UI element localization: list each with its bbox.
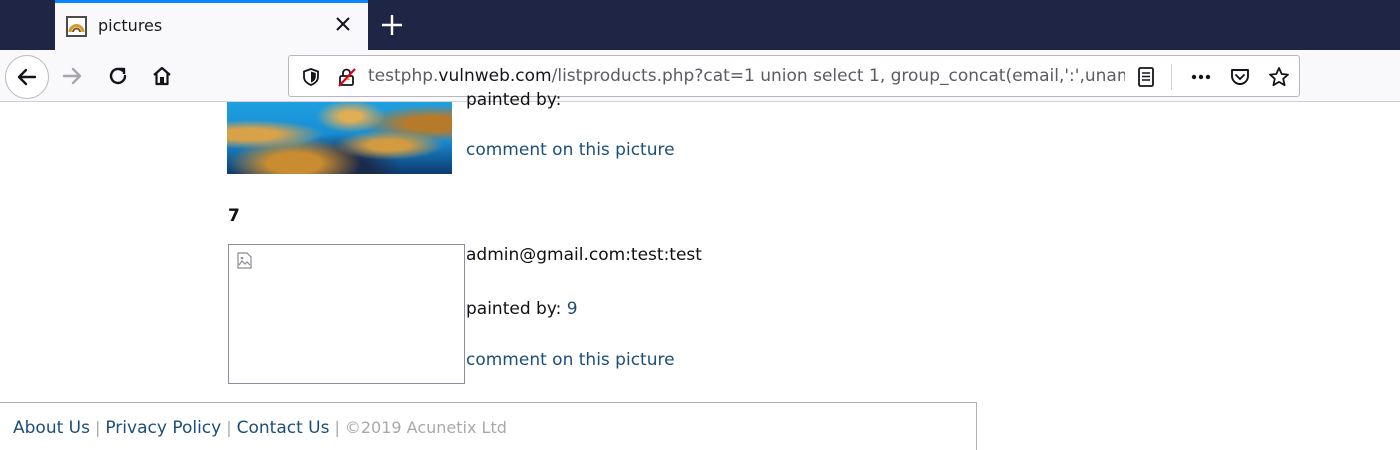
footer-divider: | [94, 418, 101, 437]
comment-link[interactable]: comment on this picture [466, 350, 675, 370]
shield-icon[interactable] [299, 65, 323, 89]
reader-view-icon[interactable] [1134, 65, 1158, 89]
picture-thumbnail[interactable] [227, 102, 452, 174]
privacy-policy-link[interactable]: Privacy Policy [105, 418, 221, 438]
pocket-icon[interactable] [1228, 65, 1252, 89]
star-icon[interactable] [1267, 65, 1291, 89]
artist-link[interactable]: 9 [567, 299, 578, 319]
item-number: 7 [228, 206, 240, 226]
footer-divider: | [226, 418, 232, 437]
broken-image-icon [236, 252, 254, 270]
painted-by-label: painted by: [466, 299, 562, 319]
favicon-icon [66, 16, 87, 37]
home-icon[interactable] [142, 56, 182, 96]
close-icon[interactable] [332, 13, 354, 35]
copyright-text: ©2019 Acunetix Ltd [344, 418, 507, 437]
comment-link[interactable]: comment on this picture [466, 140, 675, 160]
painted-by-label-partial: painted by: [466, 90, 562, 110]
plus-icon[interactable] [379, 12, 405, 38]
footer-divider: | [334, 418, 340, 437]
page-content: painted by: comment on this picture 7 ad… [0, 90, 1400, 450]
about-us-link[interactable]: About Us [13, 418, 90, 438]
url-text[interactable]: testphp.vulnweb.com/listproducts.php?cat… [368, 66, 1125, 86]
picture-title: admin@gmail.com:test:test [466, 245, 702, 265]
address-bar[interactable]: testphp.vulnweb.com/listproducts.php?cat… [288, 55, 1300, 97]
painted-by: painted by: 9 [466, 299, 578, 319]
reload-icon[interactable] [98, 56, 138, 96]
forward-arrow-icon[interactable] [52, 56, 92, 96]
tab-pictures[interactable]: pictures [55, 0, 368, 50]
contact-us-link[interactable]: Contact Us [237, 418, 330, 438]
tab-strip: pictures [0, 0, 1400, 50]
tab-title: pictures [98, 16, 163, 35]
more-icon[interactable] [1189, 65, 1213, 89]
back-arrow-icon[interactable] [5, 55, 49, 99]
urlbar-separator [1171, 64, 1172, 90]
navigation-toolbar: testphp.vulnweb.com/listproducts.php?cat… [0, 50, 1400, 102]
insecure-lock-icon[interactable] [335, 65, 359, 89]
picture-thumbnail[interactable] [228, 244, 465, 384]
footer: About Us | Privacy Policy | Contact Us | ©2019… [0, 402, 977, 450]
